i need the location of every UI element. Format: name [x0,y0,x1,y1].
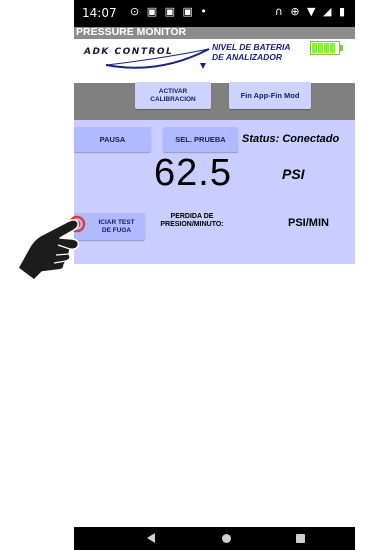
fin-app-button[interactable]: Fin App-Fin Mod [229,82,311,109]
test-label-1: ICIAR TEST [98,219,135,226]
status-bar: 14:07 ⊙ ▣ ▣ ▣ • ∩ ⊕ ▼ ◢ ▮ [74,0,355,27]
battery-segment [312,43,317,53]
activar-calibracion-label-2: CALIBRACION [150,96,196,103]
battery-segment [318,43,323,53]
clock: 14:07 [82,6,117,20]
recents-icon[interactable] [296,534,305,543]
battery-label: NIVEL DE BATERIA DE ANALIZADOR [212,42,291,62]
notification-icons: ⊙ ▣ ▣ ▣ • [130,5,209,18]
leak-label-line2: PRESION/MINUTO: [160,221,224,228]
activar-calibracion-button[interactable]: ACTIVAR CALIBRACION [135,82,211,109]
logo-text: ADK CONTROL [84,47,174,57]
pressure-unit: PSI [282,166,305,182]
leak-label-line1: PERDIDA DE [170,213,214,220]
activar-calibracion-label-1: ACTIVAR [158,88,188,95]
battery-tip [340,45,343,51]
navigation-bar [74,527,355,550]
sel-prueba-button[interactable]: SEL. PRUEBA [163,127,238,152]
tap-hand-icon [17,215,86,281]
control-panel [74,83,355,120]
header: ADK CONTROL NIVEL DE BATERIA DE ANALIZAD… [74,39,355,83]
battery-label-line2: DE ANALIZADOR [212,52,283,62]
battery-segment [324,43,329,53]
leak-rate-unit: PSI/MIN [288,217,329,229]
battery-segment [330,43,335,53]
back-icon[interactable] [147,533,155,543]
app-title-bar: PRESSURE MONITOR [74,26,355,39]
battery-label-line1: NIVEL DE BATERIA [212,42,291,52]
connection-status: Status: Conectado [242,133,340,145]
test-label-2: DE FUGA [101,227,132,234]
system-icons: ∩ ⊕ ▼ ◢ ▮ [274,5,347,18]
app-title: PRESSURE MONITOR [76,26,187,38]
pressure-value: 62.5 [154,152,232,194]
phone-screen: 14:07 ⊙ ▣ ▣ ▣ • ∩ ⊕ ▼ ◢ ▮ PRESSURE MONIT… [74,0,355,550]
leak-rate-label: PERDIDA DE PRESION/MINUTO: [149,213,235,229]
home-icon[interactable] [222,534,231,543]
battery-icon [310,41,343,55]
pausa-button[interactable]: PAUSA [74,127,151,152]
